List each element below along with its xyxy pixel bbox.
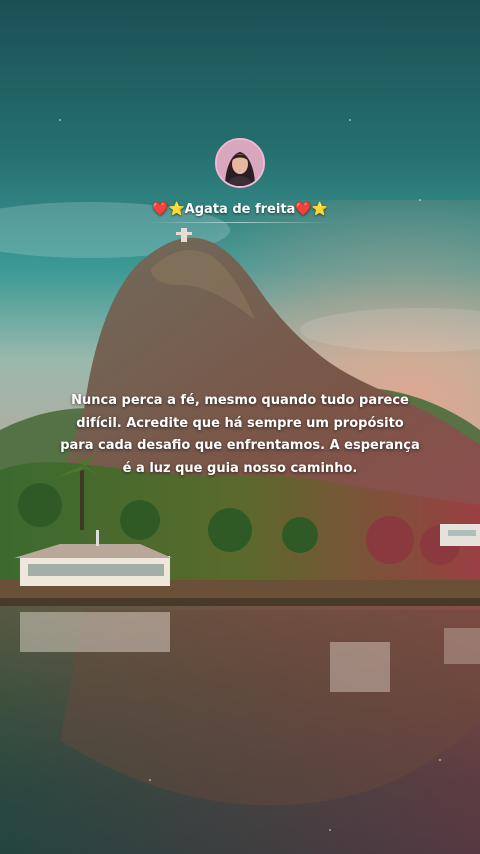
username[interactable]: ❤️⭐Agata de freita❤️⭐ [152,202,327,217]
divider [145,222,335,223]
screen: ❤️⭐Agata de freita❤️⭐ Nunca perca a fé, … [0,0,480,854]
quote-text: Nunca perca a fé, mesmo quando tudo pare… [60,393,420,476]
profile-header: ❤️⭐Agata de freita❤️⭐ [0,138,480,223]
profile-photo-icon [217,140,263,186]
avatar[interactable] [215,138,265,188]
